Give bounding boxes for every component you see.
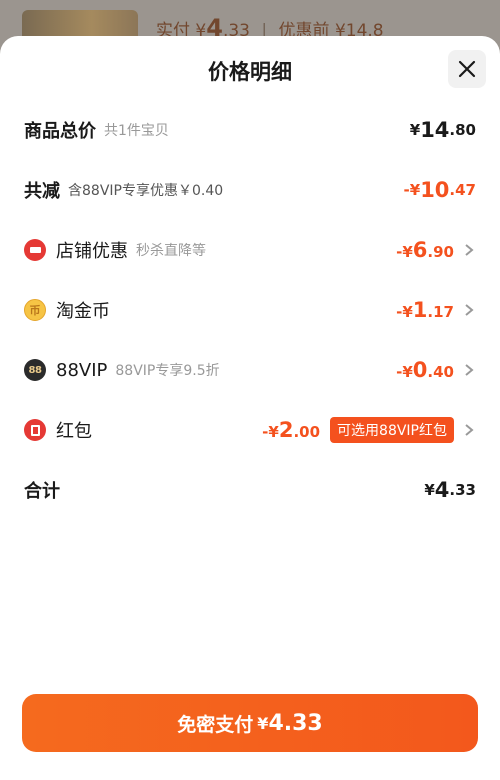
subtotal-item-count: 共1件宝贝 [104, 123, 169, 139]
red-packet-label: 红包 [56, 421, 92, 442]
price-detail-sheet: 价格明细 商品总价 共1件宝贝 ¥14.80 共减 含88VIP专享优惠￥0.4… [0, 36, 500, 780]
pay-button-currency: ¥ [257, 713, 269, 733]
88vip-icon: 88 [24, 359, 46, 381]
vip-discount-amount: -¥0.40 [396, 358, 454, 382]
taojinbi-row[interactable]: 币 淘金币 -¥1.17 [24, 294, 476, 326]
store-discount-row[interactable]: 店铺优惠 秒杀直降等 -¥6.90 [24, 234, 476, 266]
store-discount-label: 店铺优惠 [56, 241, 128, 262]
store-discount-note: 秒杀直降等 [136, 243, 206, 259]
total-discount-amount: -¥ 10.47 [403, 178, 476, 202]
password-free-pay-button[interactable]: 免密支付 ¥ 4.33 [22, 694, 478, 752]
red-packet-amount: -¥2.00 [262, 418, 321, 442]
vip-label: 88VIP [56, 359, 108, 381]
red-packet-row[interactable]: 红包 -¥2.00 可选用88VIP红包 [24, 414, 476, 446]
store-discount-amount: -¥6.90 [396, 238, 454, 262]
total-amount: ¥4.33 [424, 478, 476, 502]
taojinbi-amount: -¥1.17 [396, 298, 454, 322]
total-row: 合计 ¥4.33 [24, 474, 476, 506]
close-icon [458, 60, 476, 78]
chevron-right-icon [465, 304, 474, 316]
taojinbi-coin-icon: 币 [24, 299, 46, 321]
vip-red-packet-badge[interactable]: 可选用88VIP红包 [330, 417, 454, 443]
total-label: 合计 [24, 481, 60, 502]
red-packet-icon [24, 419, 46, 441]
vip-discount-row[interactable]: 88 88VIP 88VIP专享9.5折 -¥0.40 [24, 354, 476, 386]
sheet-title: 价格明细 [208, 60, 292, 84]
chevron-right-icon [465, 364, 474, 376]
total-discount-row: 共减 含88VIP专享优惠￥0.40 -¥ 10.47 [24, 174, 476, 206]
total-discount-note: 含88VIP专享优惠￥0.40 [68, 183, 224, 199]
pay-button-amount: 4.33 [268, 710, 323, 736]
taojinbi-label: 淘金币 [56, 301, 110, 322]
pay-button-label: 免密支付 [177, 713, 254, 736]
chevron-right-icon [465, 244, 474, 256]
close-button[interactable] [448, 50, 486, 88]
store-discount-icon [24, 239, 46, 261]
vip-note: 88VIP专享9.5折 [115, 363, 220, 379]
subtotal-row: 商品总价 共1件宝贝 ¥14.80 [24, 114, 476, 146]
total-discount-label: 共减 [24, 181, 60, 202]
subtotal-amount: ¥14.80 [409, 118, 476, 142]
subtotal-label: 商品总价 [24, 121, 96, 142]
chevron-right-icon [465, 424, 474, 436]
